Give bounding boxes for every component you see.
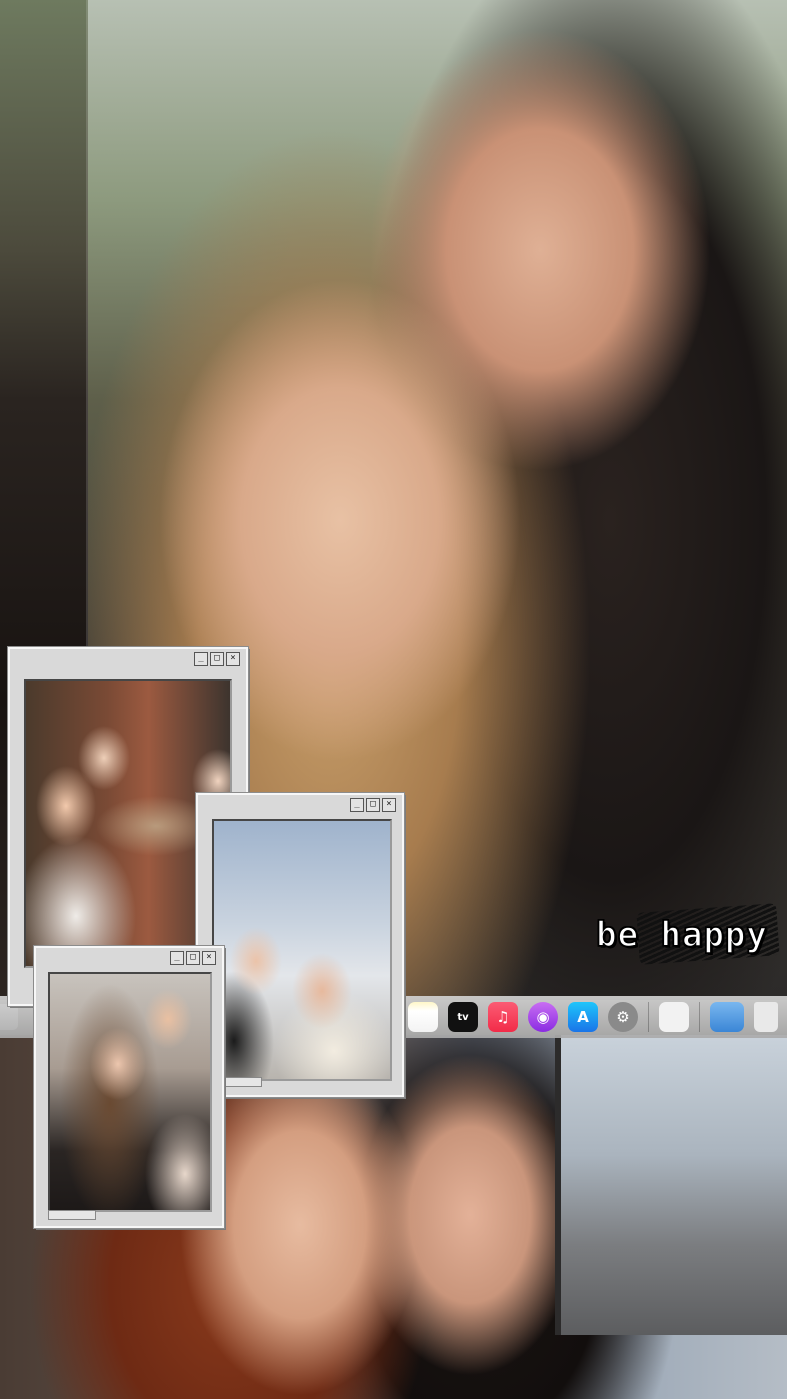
minimize-button[interactable]: _ <box>194 652 208 666</box>
close-button[interactable]: × <box>382 798 396 812</box>
music-icon[interactable]: ♫ <box>488 1002 518 1032</box>
caption-text: be happy <box>595 914 768 956</box>
podcasts-icon[interactable]: ◉ <box>528 1002 558 1032</box>
dock-separator <box>648 1002 649 1032</box>
be-happy-caption: be happy <box>584 903 780 966</box>
app-store-icon[interactable]: A <box>568 1002 598 1032</box>
window-photo <box>48 972 212 1212</box>
minimize-button[interactable]: _ <box>350 798 364 812</box>
city-window-view <box>555 1035 787 1335</box>
apple-tv-icon[interactable]: tv <box>448 1002 478 1032</box>
dock-separator <box>699 1002 700 1032</box>
notes-icon[interactable] <box>408 1002 438 1032</box>
window-statusbar <box>48 1210 96 1220</box>
close-button[interactable]: × <box>202 951 216 965</box>
retro-photo-window-portrait[interactable]: _ □ × <box>33 945 225 1229</box>
close-button[interactable]: × <box>226 652 240 666</box>
window-titlebar[interactable]: _ □ × <box>36 948 222 968</box>
system-settings-icon[interactable]: ⚙ <box>608 1002 638 1032</box>
trash-icon[interactable] <box>754 1002 778 1032</box>
window-photo <box>212 819 392 1081</box>
maximize-button[interactable]: □ <box>210 652 224 666</box>
retro-photo-window-sky[interactable]: _ □ × <box>195 792 405 1098</box>
maximize-button[interactable]: □ <box>186 951 200 965</box>
blank-app-icon[interactable] <box>659 1002 689 1032</box>
window-titlebar[interactable]: _ □ × <box>10 649 246 669</box>
maximize-button[interactable]: □ <box>366 798 380 812</box>
minimize-button[interactable]: _ <box>170 951 184 965</box>
window-titlebar[interactable]: _ □ × <box>198 795 402 815</box>
finder-window-icon[interactable] <box>710 1002 744 1032</box>
